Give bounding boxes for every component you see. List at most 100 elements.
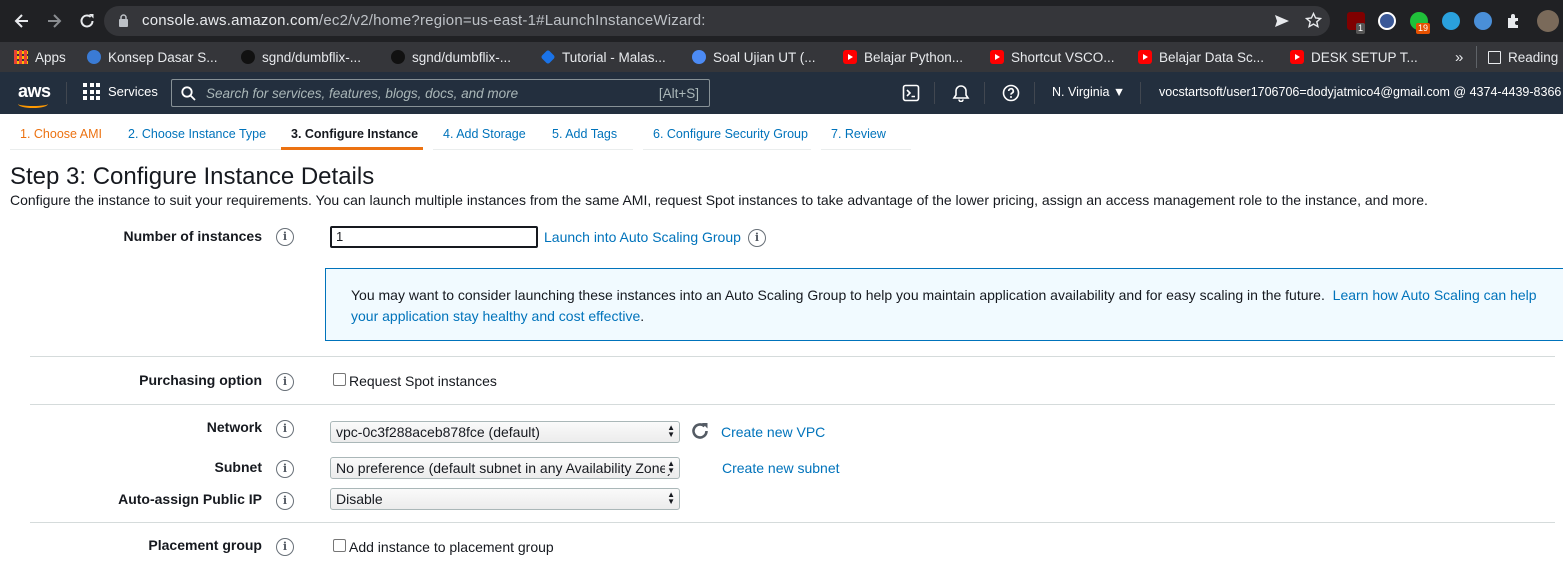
divider	[30, 404, 1555, 405]
back-icon[interactable]	[12, 11, 32, 31]
forward-icon[interactable]	[44, 11, 64, 31]
github-icon	[241, 50, 255, 64]
bookmark-item[interactable]: Soal Ujian UT (...	[692, 46, 816, 68]
services-menu-button[interactable]: Services	[83, 83, 158, 100]
search-icon	[181, 86, 196, 101]
placement-group-checkbox-label: Add instance to placement group	[349, 539, 554, 555]
github-icon	[391, 50, 405, 64]
tab-review[interactable]: 7. Review	[821, 120, 911, 150]
bookmark-item[interactable]: Shortcut VSCO...	[990, 46, 1115, 68]
tab-add-tags[interactable]: 5. Add Tags	[542, 120, 633, 150]
bookmarks-overflow-icon[interactable]: »	[1455, 46, 1463, 68]
launch-asg-link[interactable]: Launch into Auto Scaling Group	[544, 229, 741, 245]
cloudshell-icon[interactable]	[902, 84, 920, 102]
account-menu[interactable]: vocstartsoft/user1706706=dodyjatmico4@gm…	[1159, 85, 1561, 99]
extension-icon[interactable]	[1378, 12, 1396, 30]
placement-group-checkbox[interactable]	[333, 539, 346, 552]
bookmark-apps[interactable]: Apps	[14, 46, 66, 68]
divider	[30, 356, 1555, 357]
asg-callout: You may want to consider launching these…	[325, 268, 1563, 341]
bookmarks-bar: Apps Konsep Dasar S... sgnd/dumbflix-...…	[0, 42, 1563, 72]
subnet-value: No preference (default subnet in any Ava…	[336, 460, 672, 476]
bell-icon[interactable]	[952, 84, 970, 102]
url-host: console.aws.amazon.com	[142, 12, 319, 29]
bookmark-label: sgnd/dumbflix-...	[412, 49, 512, 65]
callout-text-block: You may want to consider launching these…	[351, 285, 1551, 327]
info-icon[interactable]: i	[748, 229, 766, 247]
reload-icon[interactable]	[77, 11, 97, 31]
search-placeholder: Search for services, features, blogs, do…	[206, 86, 519, 101]
info-icon[interactable]: i	[276, 228, 294, 246]
purchasing-option-label: Purchasing option	[139, 372, 262, 388]
bookmark-item[interactable]: sgnd/dumbflix-...	[391, 46, 511, 68]
bookmark-item[interactable]: DESK SETUP T...	[1290, 46, 1418, 68]
callout-text: You may want to consider launching these…	[351, 287, 1325, 303]
info-icon[interactable]: i	[276, 420, 294, 438]
bookmark-item[interactable]: Konsep Dasar S...	[87, 46, 218, 68]
num-instances-label: Number of instances	[123, 228, 262, 244]
address-bar[interactable]: console.aws.amazon.com/ec2/v2/home?regio…	[104, 6, 1330, 36]
bookmark-item[interactable]: Tutorial - Malas...	[540, 46, 666, 68]
network-select[interactable]: vpc-0c3f288aceb878fce (default) ▲ ▼	[330, 421, 680, 443]
help-icon[interactable]	[1002, 84, 1020, 102]
url-path: /ec2/v2/home?region=us-east-1#LaunchInst…	[318, 12, 706, 29]
info-icon[interactable]: i	[276, 460, 294, 478]
telegram-icon[interactable]	[1442, 12, 1460, 30]
star-icon[interactable]	[1305, 12, 1322, 29]
region-label: N. Virginia	[1052, 85, 1110, 99]
spot-instances-checkbox[interactable]	[333, 373, 346, 386]
network-value: vpc-0c3f288aceb878fce (default)	[336, 424, 540, 440]
spot-instances-label: Request Spot instances	[349, 373, 497, 389]
grid-icon	[83, 83, 100, 100]
site-favicon-icon	[692, 50, 706, 64]
info-icon[interactable]: i	[276, 373, 294, 391]
subnet-label: Subnet	[214, 459, 262, 475]
divider	[1476, 46, 1477, 68]
public-ip-label: Auto-assign Public IP	[118, 491, 262, 507]
public-ip-value: Disable	[336, 491, 383, 507]
bookmark-label: Shortcut VSCO...	[1011, 49, 1115, 65]
reading-list-label: Reading	[1508, 49, 1559, 65]
tab-choose-instance-type[interactable]: 2. Choose Instance Type	[118, 120, 281, 150]
select-arrows-icon: ▲ ▼	[667, 423, 675, 439]
bookmark-label: Belajar Data Sc...	[1159, 49, 1265, 65]
ext-badge-2: 19	[1416, 23, 1431, 34]
search-input[interactable]: Search for services, features, blogs, do…	[171, 79, 710, 107]
bookmark-label: Apps	[35, 49, 66, 65]
info-icon[interactable]: i	[276, 538, 294, 556]
create-subnet-link[interactable]: Create new subnet	[722, 460, 840, 476]
owl-extension-icon[interactable]	[1474, 12, 1492, 30]
network-label: Network	[206, 419, 262, 435]
diamond-favicon-icon	[540, 49, 556, 65]
search-shortcut: [Alt+S]	[658, 86, 699, 101]
tab-configure-security-group[interactable]: 6. Configure Security Group	[643, 120, 811, 150]
services-label: Services	[108, 84, 158, 99]
select-arrows-icon: ▲ ▼	[665, 459, 675, 475]
aws-logo[interactable]: aws	[18, 81, 51, 102]
apps-grid-icon	[14, 50, 28, 64]
bookmark-item[interactable]: Belajar Python...	[843, 46, 963, 68]
divider	[934, 82, 935, 104]
ext-badge-1: 1	[1356, 23, 1366, 34]
tab-configure-instance[interactable]: 3. Configure Instance	[281, 120, 423, 150]
divider	[30, 522, 1555, 523]
public-ip-select[interactable]: Disable ▲ ▼	[330, 488, 680, 510]
tab-choose-ami[interactable]: 1. Choose AMI	[10, 120, 118, 150]
bookmark-item[interactable]: sgnd/dumbflix-...	[241, 46, 361, 68]
send-icon[interactable]	[1274, 13, 1290, 29]
subnet-select[interactable]: No preference (default subnet in any Ava…	[330, 457, 680, 479]
browser-toolbar: console.aws.amazon.com/ec2/v2/home?regio…	[0, 0, 1563, 42]
refresh-icon[interactable]	[690, 421, 710, 441]
bookmark-label: Soal Ujian UT (...	[713, 49, 816, 65]
tab-add-storage[interactable]: 4. Add Storage	[433, 120, 542, 150]
site-favicon-icon	[87, 50, 101, 64]
num-instances-input[interactable]: 1	[330, 226, 538, 248]
create-vpc-link[interactable]: Create new VPC	[721, 424, 825, 440]
region-selector[interactable]: N. Virginia ▼	[1052, 85, 1125, 99]
bookmark-item[interactable]: Belajar Data Sc...	[1138, 46, 1264, 68]
profile-avatar[interactable]	[1537, 10, 1559, 32]
info-icon[interactable]: i	[276, 492, 294, 510]
puzzle-icon[interactable]	[1505, 12, 1523, 30]
divider	[1034, 82, 1035, 104]
reading-list-button[interactable]: Reading	[1488, 46, 1558, 68]
